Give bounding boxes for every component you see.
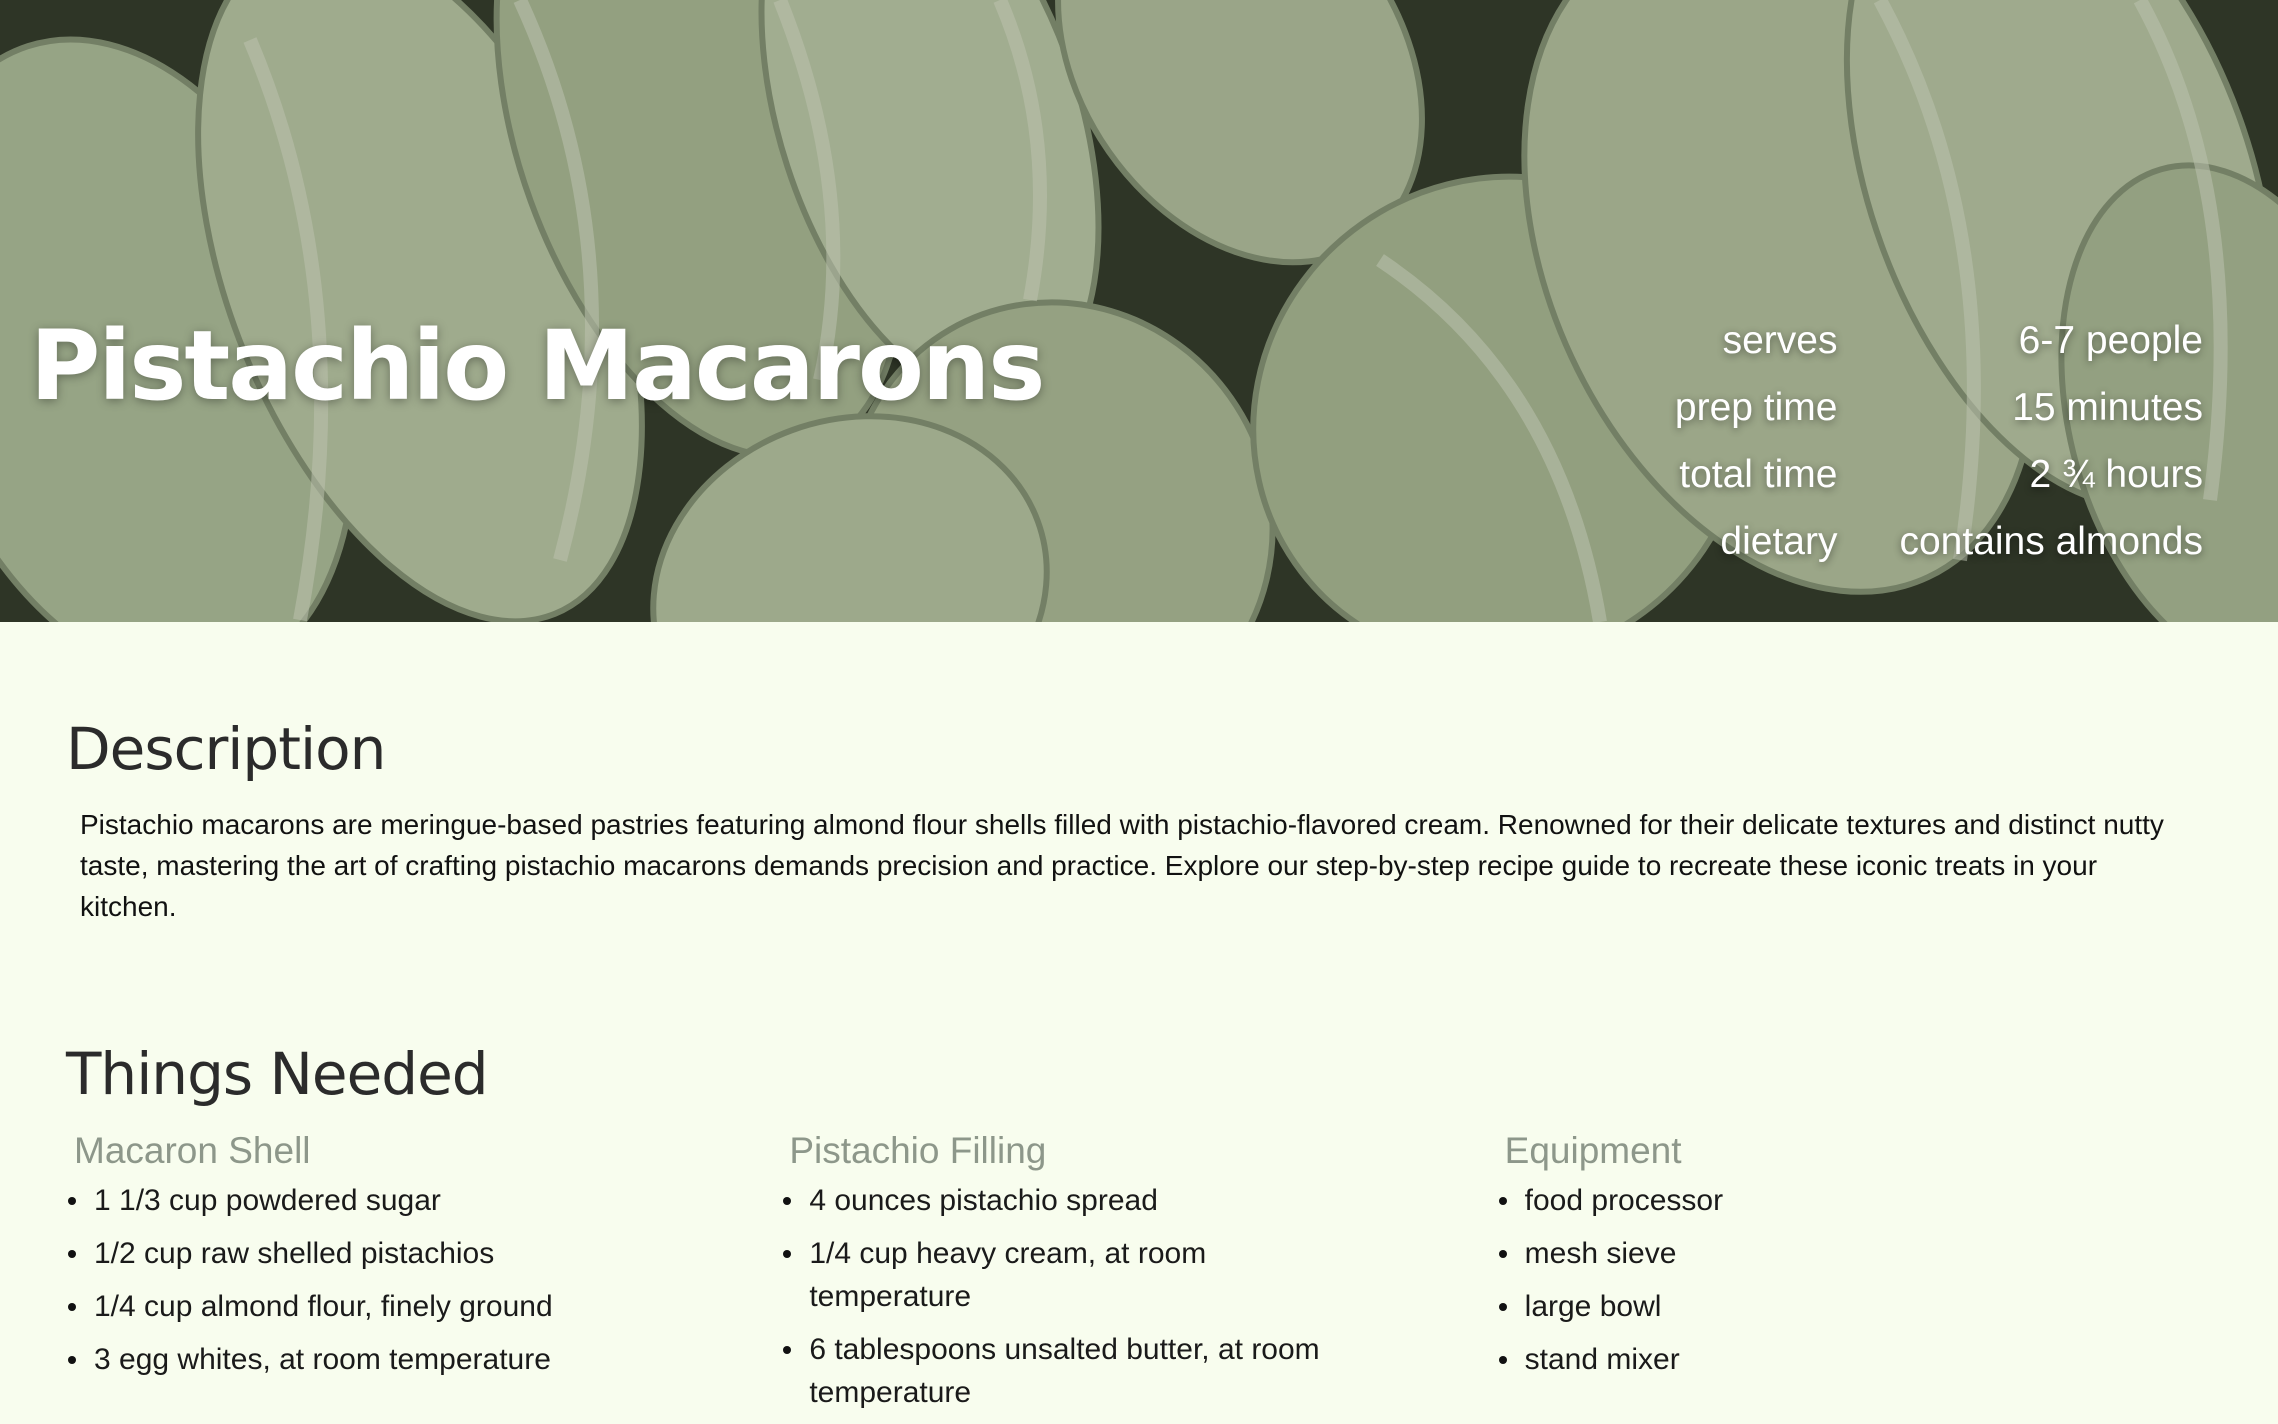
list-item: 3 egg whites, at room temperature <box>66 1338 654 1381</box>
meta-value-total-time: 2 ¾ hours <box>2029 453 2203 496</box>
column-title: Equipment <box>1504 1130 1682 1171</box>
list-item: food processor <box>1497 1179 2085 1222</box>
recipe-content: Description Pistachio macarons are merin… <box>0 714 2278 1424</box>
list-item: 1/2 cup raw shelled pistachios <box>66 1232 654 1275</box>
list-item: stand mixer <box>1497 1338 2085 1381</box>
ingredient-list: 4 ounces pistachio spread 1/4 cup heavy … <box>781 1179 1496 1414</box>
meta-label-prep-time: prep time <box>1674 386 1838 429</box>
recipe-title: Pistachio Macarons <box>30 310 1045 422</box>
ingredient-list: 1 1/3 cup powdered sugar 1/2 cup raw she… <box>66 1179 781 1381</box>
equipment-list: food processor mesh sieve large bowl sta… <box>1497 1179 2212 1381</box>
list-item: 4 ounces pistachio spread <box>781 1179 1369 1222</box>
meta-value-serves: 6-7 people <box>2018 319 2203 362</box>
meta-label-serves: serves <box>1722 319 1838 362</box>
meta-value-prep-time: 15 minutes <box>2012 386 2203 429</box>
recipe-meta: serves 6-7 people prep time 15 minutes t… <box>1675 316 2203 566</box>
macaron-shell-column: Macaron Shell 1 1/3 cup powdered sugar 1… <box>66 1127 781 1424</box>
pistachio-filling-column: Pistachio Filling 4 ounces pistachio spr… <box>781 1127 1496 1424</box>
things-needed-columns: Macaron Shell 1 1/3 cup powdered sugar 1… <box>66 1127 2212 1424</box>
equipment-column: Equipment food processor mesh sieve larg… <box>1497 1127 2212 1424</box>
hero-banner: Pistachio Macarons serves 6-7 people pre… <box>0 0 2278 622</box>
list-item: mesh sieve <box>1497 1232 2085 1275</box>
meta-label-total-time: total time <box>1679 453 1838 496</box>
description-heading: Description <box>66 715 386 783</box>
column-title: Pistachio Filling <box>789 1130 1047 1171</box>
list-item: 1/4 cup almond flour, finely ground <box>66 1285 654 1328</box>
meta-label-dietary: dietary <box>1720 520 1838 563</box>
list-item: 1 1/3 cup powdered sugar <box>66 1179 654 1222</box>
things-needed-heading: Things Needed <box>66 1040 489 1108</box>
meta-value-dietary: contains almonds <box>1899 520 2203 563</box>
list-item: large bowl <box>1497 1285 2085 1328</box>
list-item: 1/4 cup heavy cream, at room temperature <box>781 1232 1369 1318</box>
list-item: 6 tablespoons unsalted butter, at room t… <box>781 1328 1369 1414</box>
description-text: Pistachio macarons are meringue-based pa… <box>80 809 2164 922</box>
column-title: Macaron Shell <box>74 1130 311 1171</box>
